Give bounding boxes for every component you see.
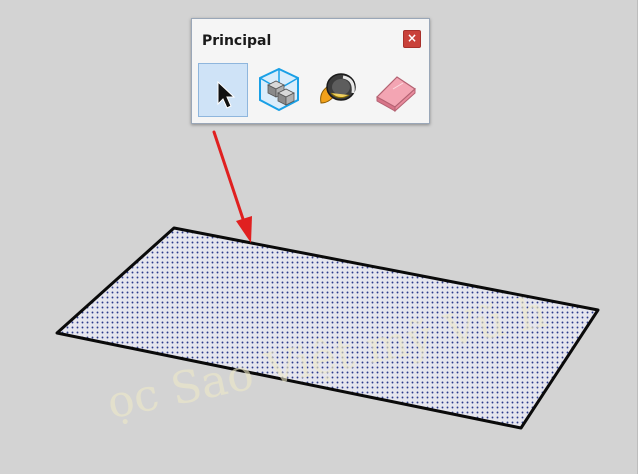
paint-bucket-icon bbox=[320, 73, 356, 104]
paint-bucket-tool-button[interactable] bbox=[313, 63, 363, 117]
annotation-arrow bbox=[212, 130, 252, 243]
modeling-viewport[interactable]: ọc Sao Việt mỹ Vũ h Principal × bbox=[0, 0, 638, 474]
principal-toolbar[interactable]: Principal × bbox=[191, 18, 430, 124]
eraser-icon bbox=[376, 76, 416, 113]
arrow-cursor-icon bbox=[217, 80, 236, 109]
make-component-tool-button[interactable] bbox=[254, 63, 304, 117]
tool-row bbox=[198, 63, 424, 117]
toolbar-title: Principal bbox=[202, 33, 272, 49]
eraser-tool-button[interactable] bbox=[371, 63, 421, 117]
close-button[interactable]: × bbox=[403, 30, 421, 48]
select-tool-button[interactable] bbox=[198, 63, 248, 117]
toolbar-title-bar[interactable]: Principal × bbox=[192, 19, 429, 57]
component-cubes-icon bbox=[259, 67, 299, 112]
